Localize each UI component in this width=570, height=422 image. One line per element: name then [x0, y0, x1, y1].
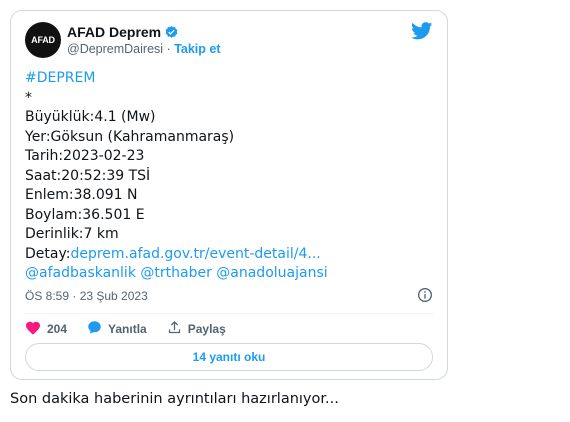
author-display-name[interactable]: AFAD Deprem: [67, 24, 161, 40]
tweet-divider: [25, 313, 433, 314]
tweet-line-longitude: Boylam:36.501 E: [25, 206, 145, 223]
like-button[interactable]: 204: [25, 320, 67, 338]
hashtag-link[interactable]: #DEPREM: [25, 69, 433, 89]
mentions-links[interactable]: @afadbaskanlik @trthaber @anadoluajansi: [25, 264, 433, 284]
heart-icon: [25, 320, 41, 338]
tweet-card: AFAD AFAD Deprem @DepremDairesi · Takip …: [10, 10, 448, 380]
author-info: AFAD Deprem @DepremDairesi · Takip et: [67, 24, 221, 58]
read-replies-label: 14 yanıtı oku: [192, 350, 266, 364]
twitter-bird-icon[interactable]: [411, 22, 433, 45]
author-name-row: AFAD Deprem: [67, 24, 221, 40]
share-upload-icon: [167, 320, 182, 338]
tweet-line-latitude: Enlem:38.091 N: [25, 187, 138, 203]
tweet-line-detail: Detay:deprem.afad.gov.tr/event-detail/4.…: [25, 245, 433, 265]
avatar[interactable]: AFAD: [25, 22, 61, 58]
reply-bubble-icon: [87, 320, 102, 338]
tweet-header: AFAD AFAD Deprem @DepremDairesi · Takip …: [25, 22, 433, 62]
author-subline: @DepremDairesi · Takip et: [67, 41, 221, 58]
reply-label: Yanıtla: [108, 322, 147, 336]
like-count: 204: [47, 322, 68, 336]
tweet-timestamp[interactable]: ÖS 8:59 · 23 Şub 2023: [25, 289, 148, 303]
tweet-line-star: *: [25, 89, 32, 106]
tweet-line-magnitude: Büyüklük:4.1 (Mw): [25, 109, 156, 125]
avatar-logo-text: AFAD: [31, 35, 55, 45]
verified-badge-icon: [164, 25, 179, 40]
tweet-line-time: Saat:20:52:39 TSİ: [25, 167, 151, 184]
tweet-line-depth: Derinlik:7 km: [25, 226, 119, 242]
tweet-body: #DEPREM * Büyüklük:4.1 (Mw) Yer:Göksun (…: [25, 69, 433, 284]
detail-link[interactable]: deprem.afad.gov.tr/event-detail/4...: [70, 246, 320, 262]
reply-button[interactable]: Yanıtla: [87, 320, 147, 338]
follow-button[interactable]: Takip et: [174, 42, 220, 56]
tweet-line-location: Yer:Göksun (Kahramanmaraş): [25, 128, 235, 145]
breaking-news-status-text: Son dakika haberinin ayrıntıları hazırla…: [10, 391, 339, 407]
tweet-line-date: Tarih:2023-02-23: [25, 148, 145, 164]
detail-label: Detay:: [25, 245, 71, 262]
share-button[interactable]: Paylaş: [167, 320, 226, 338]
author-handle[interactable]: @DepremDairesi: [67, 42, 163, 56]
read-replies-button[interactable]: 14 yanıtı oku: [25, 343, 433, 371]
tweet-actions: 204 Yanıtla Paylaş: [25, 320, 246, 338]
separator-dot: ·: [166, 42, 171, 56]
share-label: Paylaş: [187, 322, 226, 336]
info-icon[interactable]: [417, 287, 433, 308]
